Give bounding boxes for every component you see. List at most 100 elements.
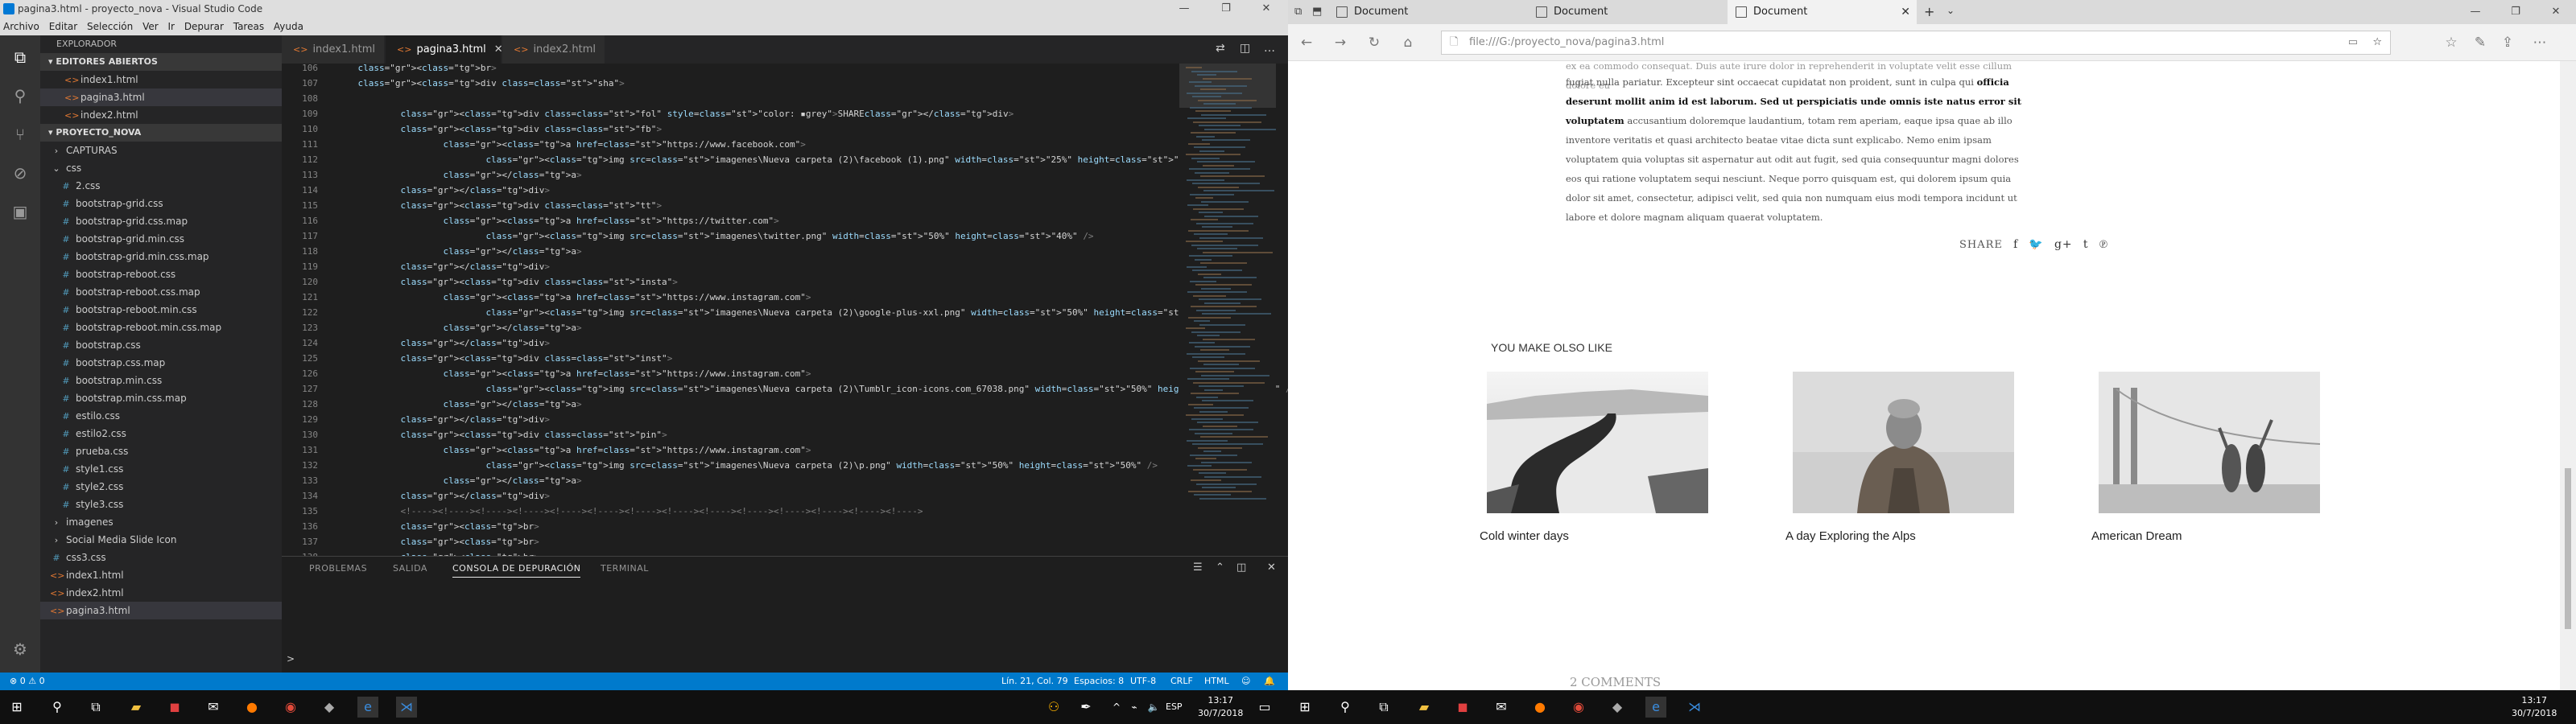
explorer-icon[interactable]: ⧉ [8,45,32,69]
volume-icon[interactable]: 🔈 [1143,697,1164,718]
tree-item[interactable]: <> index1.html [40,566,282,584]
tree-item[interactable]: # bootstrap.css.map [40,354,282,372]
card-image-road[interactable] [1487,372,1708,513]
chrome-icon[interactable]: ◉ [280,697,301,718]
tree-item[interactable]: › Social Media Slide Icon [40,531,282,549]
split-editor-icon[interactable]: ◫ [1240,42,1250,55]
app-icon[interactable]: ◆ [319,697,340,718]
tree-item[interactable]: # css3.css [40,549,282,566]
browser-tab-1[interactable]: Document [1328,0,1525,24]
firefox-icon[interactable]: ● [242,697,262,718]
pinterest-icon[interactable]: ℗ [2099,238,2109,252]
notifications-icon[interactable]: 🔔 [1264,673,1275,690]
search-icon[interactable]: ⚲ [8,84,32,108]
tree-item[interactable]: <> index2.html [40,584,282,602]
mail-icon[interactable]: ✉ [1491,697,1512,718]
open-editor-item[interactable]: <> pagina3.html [40,88,282,106]
tumblr-icon[interactable]: t [2083,238,2089,251]
language-indicator[interactable]: ESP [1166,701,1183,714]
status-encoding[interactable]: UTF-8 [1130,673,1156,690]
filter-icon[interactable]: ☰ [1193,562,1203,574]
windows-start-icon[interactable]: ⊞ [6,697,27,718]
more-icon[interactable]: ⋯ [2528,31,2552,55]
tree-item[interactable]: # bootstrap.min.css [40,372,282,389]
panel-tab-problemas[interactable]: PROBLEMAS [309,563,367,574]
menu-ir[interactable]: Ir [165,18,178,35]
edge-taskbar-icon[interactable]: e [1645,697,1666,718]
tree-item[interactable]: › imagenes [40,513,282,531]
reading-view-icon[interactable]: ▭ [2348,31,2358,54]
favorite-star-icon[interactable]: ☆ [2372,31,2382,54]
menu-depurar[interactable]: Depurar [181,18,227,35]
vscode-taskbar-icon[interactable]: ⋊ [396,697,417,718]
open-editor-item[interactable]: <> index1.html [40,71,282,88]
restore-button[interactable]: ❐ [1208,0,1245,18]
card-image-alps[interactable] [1793,372,2014,513]
status-problems[interactable]: ⊗ 0 ⚠ 0 [10,673,45,690]
tree-item[interactable]: # bootstrap-reboot.css [40,265,282,283]
source-control-icon[interactable]: ⑂ [8,122,32,146]
tab-list-chevron-icon[interactable]: ⌄ [1946,5,1955,16]
url-input[interactable]: 🗋 file:///G:/proyecto_nova/pagina3.html … [1441,31,2391,55]
card-title-1[interactable]: Cold winter days [1480,529,1569,543]
status-eol[interactable]: CRLF [1170,673,1193,690]
browser-tab-3[interactable]: Document ✕ [1728,0,1917,24]
tree-item[interactable]: # style3.css [40,496,282,513]
tree-item[interactable]: # bootstrap-grid.min.css.map [40,248,282,265]
minimap[interactable] [1179,64,1276,556]
google-plus-icon[interactable]: g+ [2054,238,2073,251]
tree-item[interactable]: # bootstrap-reboot.css.map [40,283,282,301]
menu-ayuda[interactable]: Ayuda [270,18,307,35]
tree-item[interactable]: # bootstrap-grid.min.css [40,230,282,248]
tree-item[interactable]: # bootstrap.min.css.map [40,389,282,407]
file-explorer-icon[interactable]: ▰ [126,697,147,718]
console-prompt[interactable]: > [287,653,295,664]
store-icon[interactable]: ◼ [1452,697,1473,718]
menu-tareas[interactable]: Tareas [230,18,267,35]
taskbar-search-icon[interactable]: ⚲ [1335,697,1356,718]
open-editor-item[interactable]: <> index2.html [40,106,282,124]
network-icon[interactable]: ⌁ [1124,697,1145,718]
browser-tab-2[interactable]: Document [1528,0,1725,24]
action-center-icon[interactable]: ▭ [1254,697,1275,718]
panel-tab-consola[interactable]: CONSOLA DE DEPURACIÓN [452,563,581,578]
edge-taskbar-icon[interactable]: e [357,697,378,718]
people-icon[interactable]: ⚇ [1043,697,1064,718]
minimize-button[interactable]: — [1166,0,1203,18]
panel-tab-salida[interactable]: SALIDA [393,563,427,574]
task-view-icon[interactable]: ⧉ [1373,697,1394,718]
tree-item[interactable]: # style1.css [40,460,282,478]
tree-item[interactable]: # style2.css [40,478,282,496]
firefox-icon[interactable]: ● [1530,697,1550,718]
chrome-icon[interactable]: ◉ [1568,697,1589,718]
tab-preview-icon[interactable]: ⧉ [1294,6,1302,18]
tree-item[interactable]: <> pagina3.html [40,602,282,619]
task-view-icon[interactable]: ⧉ [85,697,106,718]
status-indent[interactable]: Espacios: 8 [1074,673,1124,690]
extensions-icon[interactable]: ▣ [8,200,32,224]
tree-item[interactable]: # bootstrap-grid.css [40,195,282,212]
card-image-bridge[interactable] [2099,372,2320,513]
taskbar-search-icon[interactable]: ⚲ [47,697,68,718]
tree-item[interactable]: ⌄ css [40,159,282,177]
refresh-icon[interactable]: ↻ [1362,31,1386,55]
tree-item[interactable]: # bootstrap-grid.css.map [40,212,282,230]
close-panel-icon[interactable]: ✕ [1267,562,1276,574]
tab-index2[interactable]: <> index2.html [502,35,605,64]
tree-item[interactable]: # estilo2.css [40,425,282,442]
open-editors-header[interactable]: ▾ EDITORES ABIERTOS [40,53,282,71]
favorites-hub-icon[interactable]: ☆ [2439,31,2463,55]
back-icon[interactable]: ← [1294,31,1319,55]
status-cursor[interactable]: Lín. 21, Col. 79 [1001,673,1068,690]
windows-start-icon[interactable]: ⊞ [1294,697,1315,718]
project-header[interactable]: ▾ PROYECTO_NOVA [40,124,282,142]
restore-button[interactable]: ❐ [2497,3,2534,21]
maximize-panel-icon[interactable]: ⌃ [1216,562,1224,574]
mail-icon[interactable]: ✉ [203,697,224,718]
more-actions-icon[interactable]: … [1264,42,1275,55]
home-icon[interactable]: ⌂ [1396,31,1420,55]
ink-icon[interactable]: ✒ [1075,697,1096,718]
menu-ver[interactable]: Ver [139,18,162,35]
tree-item[interactable]: # bootstrap-reboot.min.css.map [40,319,282,336]
share-icon[interactable]: ⇪ [2496,31,2520,55]
